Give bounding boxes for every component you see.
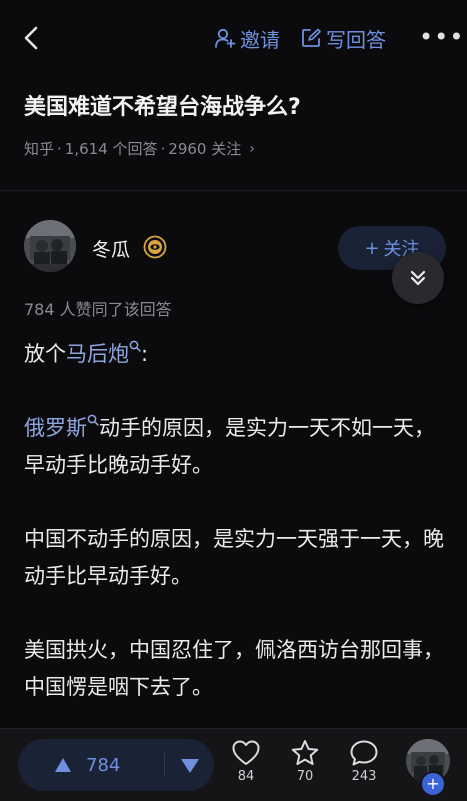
answer-count: 1,614 个回答 <box>64 140 158 158</box>
plus-icon: + <box>364 237 380 259</box>
keyword-link[interactable]: 俄罗斯 <box>24 414 99 440</box>
paragraph: 放个马后炮: <box>24 336 450 373</box>
like-count: 84 <box>237 769 255 784</box>
eye-badge-icon <box>143 235 167 259</box>
upvote-count: 784 <box>86 754 121 776</box>
paragraph-text: : <box>141 342 149 366</box>
write-answer-label: 写回答 <box>326 27 386 52</box>
more-icon[interactable]: ••• <box>419 25 463 51</box>
keyword-text: 俄罗斯 <box>24 416 87 440</box>
bottom-action-bar: 784 84 70 243 + <box>0 728 467 801</box>
user-plus-icon <box>215 28 236 48</box>
keyword-link[interactable]: 马后炮 <box>66 340 141 366</box>
question-title[interactable]: 美国难道不希望台海战争么? <box>24 92 444 124</box>
avatar-image <box>24 220 76 272</box>
divider <box>0 190 467 191</box>
follower-count: 2960 关注 <box>168 140 242 158</box>
vote-separator <box>164 753 165 777</box>
author-name[interactable]: 冬瓜 <box>92 235 130 262</box>
comment-count: 243 <box>351 769 377 784</box>
edit-icon <box>302 28 321 47</box>
write-answer-button[interactable]: 写回答 <box>300 24 386 52</box>
upvote-summary: 784 人赞同了该回答 <box>24 300 172 319</box>
top-bar: 邀请 写回答 ••• <box>0 0 467 78</box>
comment-button[interactable]: 243 <box>344 739 384 784</box>
upvote-button[interactable]: 784 <box>54 752 120 778</box>
favorite-count: 70 <box>296 769 314 784</box>
double-chevron-down-icon <box>410 270 426 286</box>
invite-label: 邀请 <box>240 27 280 52</box>
comment-icon <box>350 740 378 766</box>
favorite-button[interactable]: 70 <box>285 739 325 784</box>
answer-content: 放个马后炮: 俄罗斯 动手的原因，是实力一天不如一天，早动手比晚动手好。 中国不动… <box>24 336 450 743</box>
search-icon <box>129 340 141 352</box>
paragraph: 美国拱火，中国忍住了，佩洛西访台那回事，中国愣是咽下去了。 <box>24 638 444 699</box>
vote-pill: 784 <box>18 739 214 791</box>
paragraph: 中国不动手的原因，是实力一天强于一天，晚动手比早动手好。 <box>24 527 444 588</box>
triangle-up-icon <box>55 758 71 772</box>
star-icon <box>291 740 319 765</box>
meta-separator: · <box>160 139 166 158</box>
paragraph-text: 放个 <box>24 342 66 366</box>
paragraph: 俄罗斯 动手的原因，是实力一天不如一天，早动手比晚动手好。 <box>24 410 450 484</box>
meta-separator: · <box>57 139 62 158</box>
question-source: 知乎 <box>24 140 55 158</box>
chevron-right-icon: › <box>249 140 255 157</box>
keyword-text: 马后炮 <box>66 342 129 366</box>
downvote-button[interactable] <box>178 753 202 777</box>
author-avatar[interactable] <box>24 220 76 272</box>
search-icon <box>87 414 99 426</box>
collapse-button[interactable] <box>392 252 444 304</box>
like-button[interactable]: 84 <box>226 739 266 784</box>
question-meta[interactable]: 知乎 · 1,614 个回答 · 2960 关注 › <box>24 138 255 159</box>
heart-icon <box>232 740 260 765</box>
add-plus-icon[interactable]: + <box>420 771 446 797</box>
invite-button[interactable]: 邀请 <box>214 24 280 52</box>
back-chevron-icon[interactable] <box>18 24 46 52</box>
